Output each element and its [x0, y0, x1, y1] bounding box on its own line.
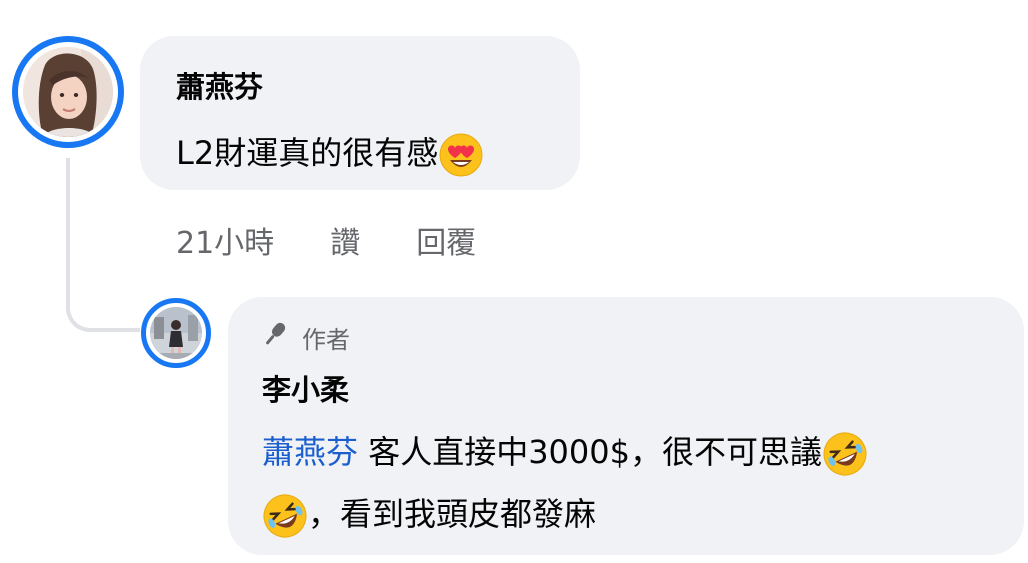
- reply-button[interactable]: 回覆: [416, 218, 476, 262]
- comment-text-content: L2財運真的很有感: [176, 134, 439, 172]
- author-avatar-photo: [150, 307, 202, 359]
- microphone-icon: [260, 319, 290, 355]
- author-name[interactable]: 李小柔: [262, 367, 349, 409]
- mention-link[interactable]: 蕭燕芬: [262, 433, 358, 471]
- author-avatar[interactable]: [141, 298, 211, 368]
- thread-connector-line: [66, 158, 140, 332]
- like-button[interactable]: 讚: [330, 218, 360, 262]
- commenter-avatar[interactable]: [12, 36, 124, 148]
- reply-text-part-2: ，看到我頭皮都發麻: [308, 495, 597, 533]
- commenter-avatar-photo: [23, 47, 113, 137]
- rolling-laughing-emoji-icon: [822, 431, 868, 477]
- reply-text-part-1: 客人直接中3000$，很不可思議: [368, 433, 822, 471]
- heart-eyes-emoji-icon: [438, 132, 484, 178]
- author-badge-label: 作者: [302, 325, 350, 354]
- reply-text-line-1: 蕭燕芬 客人直接中3000$，很不可思議: [262, 427, 868, 477]
- comment-actions: 21小時 讚 回覆: [176, 218, 476, 262]
- comment-thread: 蕭燕芬 L2財運真的很有感 21小時 讚 回覆 作者 李小柔 蕭燕芬 客人直接中…: [0, 0, 1028, 563]
- reply-text-line-2: ，看到我頭皮都發麻: [262, 489, 596, 539]
- comment-text: L2財運真的很有感: [176, 128, 484, 178]
- comment-bubble: 蕭燕芬 L2財運真的很有感: [140, 36, 580, 190]
- author-badge: 作者: [260, 319, 350, 355]
- comment-timestamp[interactable]: 21小時: [176, 218, 274, 262]
- reply-bubble: 作者 李小柔 蕭燕芬 客人直接中3000$，很不可思議 ，看到我頭皮都發麻: [228, 297, 1024, 555]
- commenter-name[interactable]: 蕭燕芬: [176, 64, 263, 106]
- rolling-laughing-emoji-icon: [262, 493, 308, 539]
